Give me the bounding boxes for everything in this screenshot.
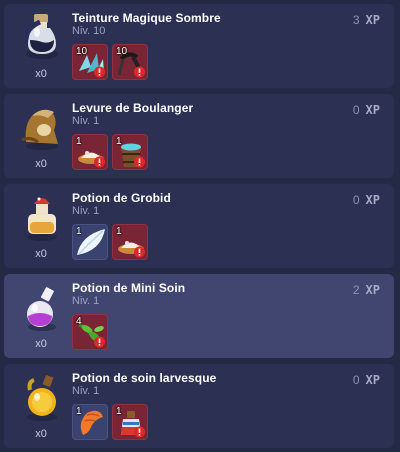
- warning-icon: [134, 66, 145, 78]
- ingredient-slot[interactable]: 1: [72, 134, 108, 170]
- recipe-quantity: x0: [35, 68, 47, 80]
- xp-value: 2: [352, 283, 360, 297]
- ingredient-slot[interactable]: 10: [72, 44, 108, 80]
- ingredient-slot[interactable]: 4: [72, 314, 108, 350]
- recipe-level: Niv. 1: [72, 295, 100, 307]
- warning-icon: [94, 156, 105, 168]
- warning-icon: [94, 66, 105, 78]
- xp-label: XP: [365, 373, 380, 387]
- xp-value: 3: [352, 13, 360, 27]
- grobid-potion-icon: [18, 190, 66, 244]
- purple-potion-icon: [18, 280, 66, 334]
- xp-value: 0: [352, 193, 360, 207]
- ingredient-slot[interactable]: 1: [112, 404, 148, 440]
- recipe-level: Niv. 1: [72, 205, 100, 217]
- recipe-list: x0 Teinture Magique Sombre Niv. 10 3 XP 1…: [0, 0, 400, 452]
- warning-icon: [134, 246, 145, 258]
- recipe-xp: 0 XP: [353, 193, 380, 207]
- ingredient-slot[interactable]: 1: [112, 224, 148, 260]
- recipe-quantity: x0: [35, 248, 47, 260]
- recipe-row-teinture-magique-sombre[interactable]: x0 Teinture Magique Sombre Niv. 10 3 XP 1…: [4, 4, 394, 88]
- recipe-xp: 0 XP: [353, 103, 380, 117]
- recipe-row-potion-de-grobid[interactable]: x0 Potion de Grobid Niv. 1 0 XP 1 1: [4, 184, 394, 268]
- ingredient-slot[interactable]: 1: [112, 134, 148, 170]
- orange-potion-icon: [18, 370, 66, 424]
- recipe-quantity: x0: [35, 428, 47, 440]
- recipe-row-potion-de-mini-soin[interactable]: x0 Potion de Mini Soin Niv. 1 2 XP 4: [4, 274, 394, 358]
- recipe-name: Potion de soin larvesque: [72, 371, 217, 385]
- recipe-name: Levure de Boulanger: [72, 101, 194, 115]
- ingredient-count: 1: [76, 406, 82, 417]
- recipe-row-levure-de-boulanger[interactable]: x0 Levure de Boulanger Niv. 1 0 XP 1 1: [4, 94, 394, 178]
- recipe-level: Niv. 10: [72, 25, 106, 37]
- ingredient-count: 1: [116, 226, 122, 237]
- recipe-quantity: x0: [35, 338, 47, 350]
- recipe-name: Potion de Mini Soin: [72, 281, 186, 295]
- ingredient-count: 4: [76, 316, 82, 327]
- ingredient-slot[interactable]: 1: [72, 404, 108, 440]
- recipe-xp: 3 XP: [353, 13, 380, 27]
- xp-label: XP: [365, 193, 380, 207]
- recipe-xp: 0 XP: [353, 373, 380, 387]
- dark-dye-bottle-icon: [18, 10, 66, 64]
- yeast-bag-icon: [18, 100, 66, 154]
- recipe-level: Niv. 1: [72, 115, 100, 127]
- warning-icon: [134, 156, 145, 168]
- xp-label: XP: [365, 283, 380, 297]
- xp-label: XP: [365, 13, 380, 27]
- ingredient-count: 1: [116, 136, 122, 147]
- ingredient-count: 1: [76, 226, 82, 237]
- recipe-xp: 2 XP: [353, 283, 380, 297]
- recipe-quantity: x0: [35, 158, 47, 170]
- warning-icon: [134, 426, 145, 438]
- recipe-level: Niv. 1: [72, 385, 100, 397]
- ingredient-count: 1: [116, 406, 122, 417]
- recipe-row-potion-de-soin-larvesque[interactable]: x0 Potion de soin larvesque Niv. 1 0 XP 1: [4, 364, 394, 448]
- ingredient-slot[interactable]: 1: [72, 224, 108, 260]
- recipe-name: Teinture Magique Sombre: [72, 11, 221, 25]
- xp-label: XP: [365, 103, 380, 117]
- xp-value: 0: [352, 373, 360, 387]
- ingredient-count: 10: [116, 46, 128, 57]
- xp-value: 0: [352, 103, 360, 117]
- ingredient-count: 10: [76, 46, 88, 57]
- warning-icon: [94, 336, 105, 348]
- recipe-name: Potion de Grobid: [72, 191, 171, 205]
- ingredient-slot[interactable]: 10: [112, 44, 148, 80]
- ingredient-count: 1: [76, 136, 82, 147]
